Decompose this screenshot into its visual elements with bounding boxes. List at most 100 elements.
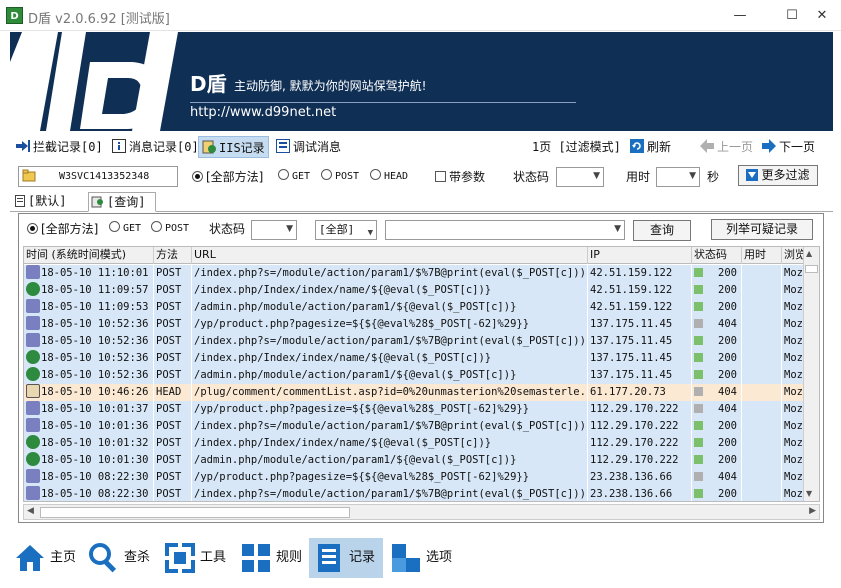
radio-query-post[interactable] [151, 221, 162, 232]
tab-intercept-log[interactable]: 拦截记录[0] [16, 136, 103, 158]
close-button[interactable]: ✕ [805, 0, 839, 31]
query-method-all[interactable]: [全部方法] [27, 218, 98, 240]
debug-icon [276, 139, 290, 153]
query-post[interactable]: POST [151, 218, 189, 240]
cell-method: POST [154, 469, 192, 486]
nav-tools[interactable]: 工具 [160, 538, 228, 578]
col-method[interactable]: 方法 [154, 247, 192, 264]
nav-scan[interactable]: 查杀 [84, 538, 152, 578]
table-row[interactable]: 18-05-10 11:09:53 POST/admin.php/module/a… [24, 299, 819, 316]
time-dropdown[interactable]: ▼ [656, 167, 700, 187]
cell-browser-text: Moz [784, 267, 803, 279]
cell-url-text: /yp/product.php?pagesize=${${@eval%28$_P… [194, 471, 530, 483]
col-time-used[interactable]: 用时 [742, 247, 782, 264]
filter-method-all[interactable]: [全部方法] [192, 166, 263, 188]
radio-post[interactable] [321, 169, 332, 180]
query-get[interactable]: GET [109, 218, 141, 240]
tab-default[interactable]: [默认] [12, 192, 78, 212]
vertical-scroll-thumb[interactable] [805, 265, 818, 273]
cell-time: 18-05-10 10:01:32 [24, 435, 154, 452]
cell-time-used: 0 [742, 401, 782, 418]
refresh-button[interactable]: 刷新 [630, 136, 671, 158]
cell-ip: 42.51.159.122 [588, 282, 692, 299]
php-file-icon [26, 469, 40, 483]
cell-time-used: 0 [742, 435, 782, 452]
cell-method: POST [154, 486, 192, 501]
radio-get[interactable] [278, 169, 289, 180]
vertical-scrollbar[interactable]: ▲ ▼ [803, 247, 819, 501]
chevron-down-icon: ▼ [286, 224, 293, 234]
status-code-dropdown[interactable]: ▼ [556, 167, 604, 187]
tab-debug-message[interactable]: 调试消息 [276, 136, 341, 158]
query-status-dropdown[interactable]: ▼ [251, 220, 297, 240]
cell-time: 18-05-10 10:46:26 [24, 384, 154, 401]
tab-message-log[interactable]: 消息记录[0] [112, 136, 199, 158]
home-icon [16, 544, 44, 571]
next-page-button[interactable]: 下一页 [762, 136, 815, 158]
tab-iis-log[interactable]: IIS记录 [198, 136, 269, 158]
table-row[interactable]: 18-05-10 10:01:37 POST/yp/product.php?pag… [24, 401, 819, 418]
col-browser[interactable]: 浏览 [782, 247, 805, 264]
checkbox-with-params[interactable] [435, 171, 446, 182]
chevron-down-icon: ▼ [614, 224, 621, 234]
iis-log-icon [202, 140, 216, 154]
table-row[interactable]: 18-05-10 10:52:36 POST/index.php?s=/modul… [24, 333, 819, 350]
filter-post[interactable]: POST [321, 166, 359, 188]
filter-get[interactable]: GET [278, 166, 310, 188]
nav-options[interactable]: 选项 [386, 538, 454, 578]
cell-ip-text: 137.175.11.45 [590, 318, 673, 330]
filter-head[interactable]: HEAD [370, 166, 408, 188]
table-row[interactable]: 18-05-10 11:09:57 POST/index.php/Index/in… [24, 282, 819, 299]
table-row[interactable]: 18-05-10 10:46:26 HEAD/plug/comment/comme… [24, 384, 819, 401]
table-row[interactable]: 18-05-10 10:01:30 POST/admin.php/module/a… [24, 452, 819, 469]
query-field-dropdown[interactable]: [全部] ▼ [315, 220, 377, 240]
banner-brand: D盾 [190, 72, 227, 96]
table-row[interactable]: 18-05-10 10:52:36 POST/index.php/Index/in… [24, 350, 819, 367]
php-file-icon [26, 299, 40, 313]
table-row[interactable]: 18-05-10 10:52:36 POST/yp/product.php?pag… [24, 316, 819, 333]
col-ip[interactable]: IP [588, 247, 692, 264]
status-indicator-icon [694, 421, 703, 430]
col-time[interactable]: 时间 (系统时间模式) [24, 247, 154, 264]
cell-status: 404 [692, 384, 742, 401]
log-icon [318, 543, 340, 572]
col-status[interactable]: 状态码 [692, 247, 742, 264]
cell-ip: 112.29.170.222 [588, 418, 692, 435]
horizontal-scroll-thumb[interactable] [40, 507, 350, 518]
prev-page-button[interactable]: 上一页 [700, 136, 753, 158]
table-row[interactable]: 18-05-10 10:52:36 POST/admin.php/module/a… [24, 367, 819, 384]
banner-url[interactable]: http://www.d99net.net [190, 105, 336, 120]
cell-ip: 23.238.136.66 [588, 469, 692, 486]
table-row[interactable]: 18-05-10 10:01:36 POST/index.php?s=/modul… [24, 418, 819, 435]
scroll-right-icon[interactable]: ▶ [809, 506, 816, 516]
minimize-button[interactable]: — [723, 0, 757, 31]
table-row[interactable]: 18-05-10 11:10:01 POST/index.php?s=/modul… [24, 265, 819, 282]
col-url[interactable]: URL [192, 247, 588, 264]
scroll-down-icon[interactable]: ▼ [806, 489, 812, 498]
table-row[interactable]: 18-05-10 08:22:30 POST/yp/product.php?pag… [24, 469, 819, 486]
nav-home[interactable]: 主页 [10, 538, 78, 578]
status-indicator-icon [694, 455, 703, 464]
radio-query-method-all[interactable] [27, 223, 38, 234]
query-button[interactable]: 查询 [633, 220, 691, 241]
more-filter-button[interactable]: 更多过滤 [738, 165, 818, 186]
list-suspicious-button[interactable]: 列举可疑记录 [711, 219, 813, 240]
query-search-input[interactable]: ▼ [385, 220, 625, 240]
nav-rules[interactable]: 规则 [236, 538, 304, 578]
site-selector[interactable]: W3SVC1413352348 [18, 166, 178, 187]
nav-log[interactable]: 记录 [309, 538, 383, 578]
radio-head[interactable] [370, 169, 381, 180]
query-icon [91, 196, 103, 208]
radio-query-get[interactable] [109, 221, 120, 232]
cell-method-text: HEAD [156, 386, 182, 398]
scroll-left-icon[interactable]: ◀ [27, 506, 34, 516]
maximize-button[interactable]: ☐ [775, 0, 809, 31]
scroll-up-icon[interactable]: ▲ [806, 249, 812, 258]
table-row[interactable]: 18-05-10 08:22:30 POST/index.php?s=/modul… [24, 486, 819, 501]
filter-with-params[interactable]: 带参数 [435, 166, 485, 188]
arrow-in-icon [16, 140, 30, 152]
table-row[interactable]: 18-05-10 10:01:32 POST/index.php/Index/in… [24, 435, 819, 452]
tab-query[interactable]: [查询] [88, 192, 156, 212]
horizontal-scrollbar[interactable]: ◀ ▶ [23, 504, 820, 520]
radio-method-all[interactable] [192, 171, 203, 182]
